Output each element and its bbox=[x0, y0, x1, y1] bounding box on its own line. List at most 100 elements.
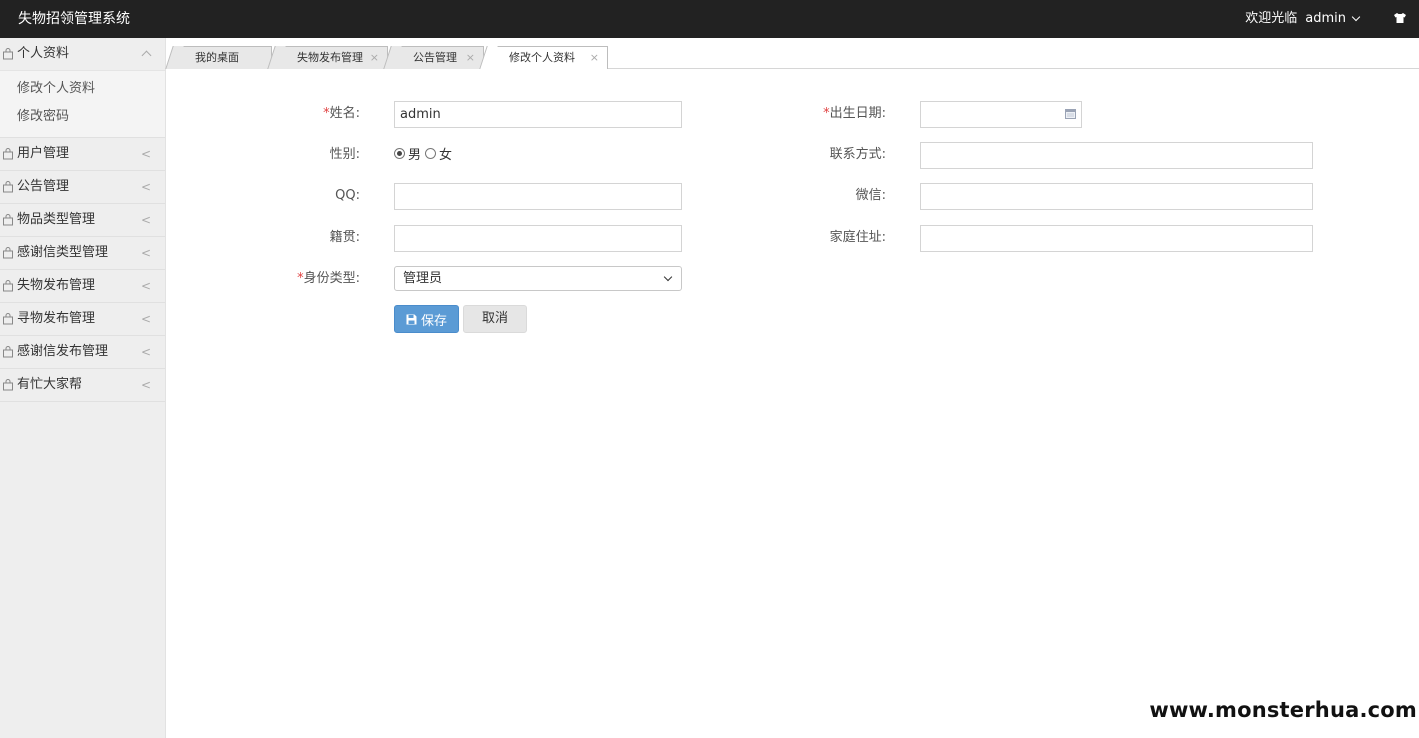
sidebar-group-letter-posts: 感谢信发布管理 < bbox=[0, 336, 165, 369]
sidebar-item-label: 感谢信类型管理 bbox=[17, 245, 109, 260]
bag-icon bbox=[3, 313, 13, 325]
sidebar-submenu: 修改个人资料 修改密码 bbox=[0, 70, 165, 137]
bag-icon bbox=[3, 214, 13, 226]
save-button[interactable]: 保存 bbox=[394, 305, 459, 333]
sidebar-group-users: 用户管理 < bbox=[0, 138, 165, 171]
sidebar-item-letter-posts[interactable]: 感谢信发布管理 < bbox=[0, 336, 165, 368]
birthday-label: *出生日期: bbox=[786, 101, 886, 127]
chevron-left-icon: < bbox=[140, 147, 151, 161]
gender-option-female: 女 bbox=[439, 147, 453, 163]
sidebar-group-notices: 公告管理 < bbox=[0, 171, 165, 204]
chevron-left-icon: < bbox=[140, 213, 151, 227]
gender-radio-group: 男 女 bbox=[394, 143, 456, 163]
gender-radio-male[interactable] bbox=[394, 147, 405, 159]
sidebar-item-help[interactable]: 有忙大家帮 < bbox=[0, 369, 165, 401]
chevron-up-icon bbox=[141, 50, 152, 61]
save-button-label: 保存 bbox=[420, 313, 447, 329]
identity-label-text: 身份类型: bbox=[303, 271, 360, 286]
sidebar-group-item-types: 物品类型管理 < bbox=[0, 204, 165, 237]
sidebar-subitem-change-password[interactable]: 修改密码 bbox=[0, 103, 165, 131]
tab-desktop[interactable]: 我的桌面 bbox=[174, 46, 272, 69]
sidebar-item-item-types[interactable]: 物品类型管理 < bbox=[0, 204, 165, 236]
floppy-disk-icon bbox=[406, 314, 417, 324]
qq-input[interactable] bbox=[394, 183, 682, 210]
contact-label: 联系方式: bbox=[829, 147, 886, 162]
bag-icon bbox=[3, 280, 13, 292]
sidebar-group-profile: 个人资料 修改个人资料 修改密码 bbox=[0, 38, 165, 138]
chevron-left-icon: < bbox=[140, 180, 151, 194]
app-title: 失物招领管理系统 bbox=[18, 11, 130, 27]
sidebar-item-label: 感谢信发布管理 bbox=[17, 344, 109, 359]
sidebar-item-label: 失物发布管理 bbox=[17, 278, 96, 293]
shirt-icon[interactable] bbox=[1393, 12, 1407, 24]
sidebar-subitem-edit-profile[interactable]: 修改个人资料 bbox=[0, 75, 165, 103]
sidebar-item-users[interactable]: 用户管理 < bbox=[0, 138, 165, 170]
bag-icon bbox=[3, 247, 13, 259]
gender-option-male: 男 bbox=[408, 147, 422, 163]
sidebar-item-profile[interactable]: 个人资料 bbox=[0, 38, 165, 70]
chevron-left-icon: < bbox=[140, 345, 151, 359]
wechat-label: 微信: bbox=[855, 188, 886, 203]
sidebar-group-search-posts: 寻物发布管理 < bbox=[0, 303, 165, 336]
sidebar-item-label: 公告管理 bbox=[17, 179, 70, 194]
user-menu[interactable]: 欢迎光临 admin bbox=[1245, 0, 1361, 38]
close-icon[interactable]: × bbox=[590, 47, 599, 69]
tab-lost-posts[interactable]: 失物发布管理 × bbox=[276, 46, 388, 69]
chevron-left-icon: < bbox=[140, 279, 151, 293]
birthday-input[interactable] bbox=[920, 101, 1082, 128]
tab-label: 公告管理 bbox=[413, 51, 457, 64]
gender-label: 性别: bbox=[329, 147, 360, 162]
sidebar-item-label: 有忙大家帮 bbox=[17, 377, 83, 392]
sidebar-item-notices[interactable]: 公告管理 < bbox=[0, 171, 165, 203]
sidebar-item-search-posts[interactable]: 寻物发布管理 < bbox=[0, 303, 165, 335]
bag-icon bbox=[3, 346, 13, 358]
sidebar-item-label: 个人资料 bbox=[17, 46, 70, 61]
tab-edit-profile[interactable]: 修改个人资料 × bbox=[488, 46, 608, 70]
address-input[interactable] bbox=[920, 225, 1313, 252]
identity-label: *身份类型: bbox=[266, 266, 360, 292]
chevron-down-icon bbox=[1351, 12, 1361, 22]
sidebar-group-lost-posts: 失物发布管理 < bbox=[0, 270, 165, 303]
chevron-left-icon: < bbox=[140, 378, 151, 392]
name-label: *姓名: bbox=[266, 101, 360, 127]
address-label: 家庭住址: bbox=[829, 230, 886, 245]
bag-icon bbox=[3, 379, 13, 391]
bag-icon bbox=[3, 48, 13, 60]
watermark-text: www.monsterhua.com bbox=[1149, 698, 1417, 722]
calendar-icon[interactable] bbox=[1065, 109, 1076, 119]
tab-label: 修改个人资料 bbox=[509, 51, 575, 64]
sidebar-item-lost-posts[interactable]: 失物发布管理 < bbox=[0, 270, 165, 302]
chevron-left-icon: < bbox=[140, 312, 151, 326]
close-icon[interactable]: × bbox=[370, 47, 379, 69]
gender-radio-female[interactable] bbox=[425, 147, 437, 159]
hometown-label: 籍贯: bbox=[329, 230, 360, 245]
wechat-input[interactable] bbox=[920, 183, 1313, 210]
contact-input[interactable] bbox=[920, 142, 1313, 169]
hometown-input[interactable] bbox=[394, 225, 682, 252]
bag-icon bbox=[3, 181, 13, 193]
profile-form: *姓名: *出生日期: 性别: 男 女 联系方式: QQ: 微信: 籍贯: 家庭… bbox=[166, 69, 1419, 738]
name-input[interactable] bbox=[394, 101, 682, 128]
identity-select[interactable]: 管理员 bbox=[394, 266, 682, 291]
name-label-text: 姓名: bbox=[329, 106, 360, 121]
tab-label: 失物发布管理 bbox=[297, 51, 363, 64]
tab-label: 我的桌面 bbox=[195, 51, 239, 64]
cancel-button[interactable]: 取消 bbox=[463, 305, 527, 333]
chevron-left-icon: < bbox=[140, 246, 151, 260]
sidebar-group-letter-types: 感谢信类型管理 < bbox=[0, 237, 165, 270]
sidebar-item-label: 物品类型管理 bbox=[17, 212, 96, 227]
close-icon[interactable]: × bbox=[466, 47, 475, 69]
sidebar-group-help: 有忙大家帮 < bbox=[0, 369, 165, 402]
tab-bar: 我的桌面 失物发布管理 × 公告管理 × 修改个人资料 × bbox=[166, 38, 1419, 70]
tab-notices[interactable]: 公告管理 × bbox=[392, 46, 484, 69]
welcome-text: 欢迎光临 bbox=[1245, 11, 1298, 26]
birthday-label-text: 出生日期: bbox=[829, 106, 886, 121]
sidebar-item-label: 寻物发布管理 bbox=[17, 311, 96, 326]
bag-icon bbox=[3, 148, 13, 160]
sidebar-item-label: 用户管理 bbox=[17, 146, 70, 161]
chevron-down-icon bbox=[663, 272, 673, 282]
identity-selected-value: 管理员 bbox=[403, 271, 443, 286]
top-navbar: 失物招领管理系统 欢迎光临 admin bbox=[0, 0, 1419, 38]
sidebar-item-letter-types[interactable]: 感谢信类型管理 < bbox=[0, 237, 165, 269]
sidebar: 个人资料 修改个人资料 修改密码 用户管理 < 公告管理 < 物品类型管理 < bbox=[0, 38, 166, 738]
